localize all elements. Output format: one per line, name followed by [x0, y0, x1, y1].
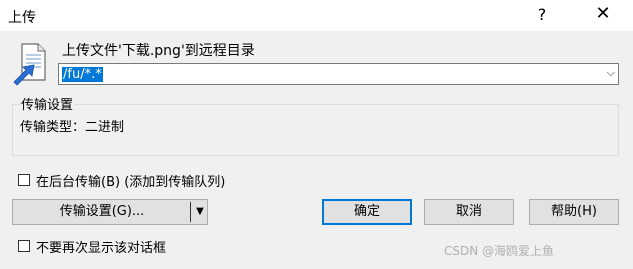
transfer-settings-label[interactable]: 传输设置(G)...: [13, 200, 191, 224]
upload-file-icon: [13, 43, 46, 86]
remote-path-value[interactable]: /fu/*.*: [62, 67, 103, 82]
cancel-button[interactable]: 取消: [424, 199, 514, 225]
split-divider: [190, 202, 191, 222]
background-transfer-label[interactable]: 在后台传输(B) (添加到传输队列): [36, 171, 225, 190]
watermark: CSDN @海鸥爱上鱼: [444, 244, 555, 258]
help-button[interactable]: 帮助(H): [529, 199, 619, 225]
dont-show-again-label[interactable]: 不要再次显示该对话框: [36, 237, 166, 256]
dropdown-arrow-icon[interactable]: ▼: [193, 200, 207, 224]
transfer-settings-button[interactable]: 传输设置(G)... ▼: [12, 199, 208, 225]
transfer-type-text: 传输类型：二进制: [20, 120, 125, 135]
ok-button[interactable]: 确定: [322, 199, 412, 225]
background-transfer-checkbox[interactable]: [18, 174, 30, 186]
help-icon[interactable]: ?: [533, 5, 551, 24]
upload-description: 上传文件'下载.png'到远程目录: [62, 43, 255, 59]
chevron-down-icon[interactable]: ⌵: [607, 66, 615, 80]
close-icon[interactable]: ✕: [592, 3, 614, 24]
title-bar: 上传 ? ✕: [0, 0, 633, 31]
transfer-settings-group-title: 传输设置: [20, 94, 75, 113]
dont-show-again-checkbox[interactable]: [18, 240, 30, 252]
window-title: 上传: [8, 10, 36, 26]
remote-path-combobox[interactable]: /fu/*.* ⌵: [58, 63, 619, 85]
